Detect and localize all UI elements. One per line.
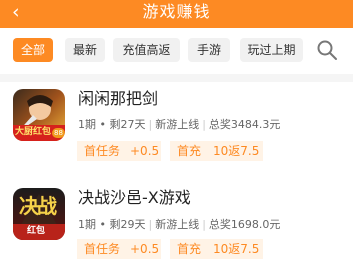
game-icon: 决战 红包 <box>13 188 65 240</box>
game-period: 1期 <box>78 218 96 231</box>
game-name: 决战沙邑-X游戏 <box>78 188 191 207</box>
filter-all[interactable]: 全部 <box>13 38 53 62</box>
filter-bar: 全部 最新 充值高返 手游 玩过上期 <box>0 28 353 74</box>
game-name: 闲闲那把剑 <box>78 89 159 108</box>
game-meta: 1期 • 剩29天 | 新游上线 | 总奖1698.0元 <box>78 218 281 231</box>
first-task-tag: 首任务 +0.5 <box>77 239 161 259</box>
first-recharge-value: 10返7.5 <box>213 242 260 256</box>
game-card[interactable]: 大厨红包 88 闲闲那把剑 1期 • 剩27天 | 新游上线 | 总奖3484.3元 首… <box>0 82 353 176</box>
section-separator <box>0 74 353 82</box>
game-icon: 大厨红包 88 <box>13 89 65 141</box>
first-recharge-tag: 首充 10返7.5 <box>170 141 263 161</box>
filter-high-rebate[interactable]: 充值高返 <box>113 38 180 62</box>
top-bar: ‹ 游戏赚钱 <box>0 0 353 28</box>
game-icon-badge: 88 <box>52 128 65 138</box>
first-task-value: +0.5 <box>130 144 160 158</box>
game-icon-text: 大厨红包 <box>15 127 52 137</box>
first-task-tag: 首任务 +0.5 <box>77 141 161 161</box>
filter-played-last[interactable]: 玩过上期 <box>240 38 303 62</box>
game-status: 新游上线 <box>155 118 200 131</box>
page-title: 游戏赚钱 <box>142 2 211 21</box>
game-card[interactable]: 决战 红包 决战沙邑-X游戏 1期 • 剩29天 | 新游上线 | 总奖1698.0元 … <box>0 176 353 271</box>
game-status: 新游上线 <box>155 218 200 231</box>
first-task-label: 首任务 <box>84 242 121 256</box>
game-period: 1期 <box>78 118 96 131</box>
first-task-label: 首任务 <box>84 144 121 158</box>
first-recharge-label: 首充 <box>177 242 202 256</box>
filter-newest[interactable]: 最新 <box>65 38 105 62</box>
game-remaining: 剩29天 <box>109 218 146 231</box>
game-icon-text: 决战 <box>19 194 57 218</box>
first-recharge-tag: 首充 10返7.5 <box>170 239 263 259</box>
game-icon-badge: 红包 <box>27 226 46 236</box>
search-icon[interactable] <box>316 39 338 61</box>
game-meta: 1期 • 剩27天 | 新游上线 | 总奖3484.3元 <box>78 118 281 131</box>
game-remaining: 剩27天 <box>109 118 146 131</box>
game-total-reward: 总奖1698.0元 <box>208 218 281 231</box>
filter-mobile[interactable]: 手游 <box>188 38 230 62</box>
first-task-value: +0.5 <box>130 242 160 256</box>
first-recharge-label: 首充 <box>177 144 202 158</box>
game-total-reward: 总奖3484.3元 <box>208 118 281 131</box>
first-recharge-value: 10返7.5 <box>213 144 260 158</box>
